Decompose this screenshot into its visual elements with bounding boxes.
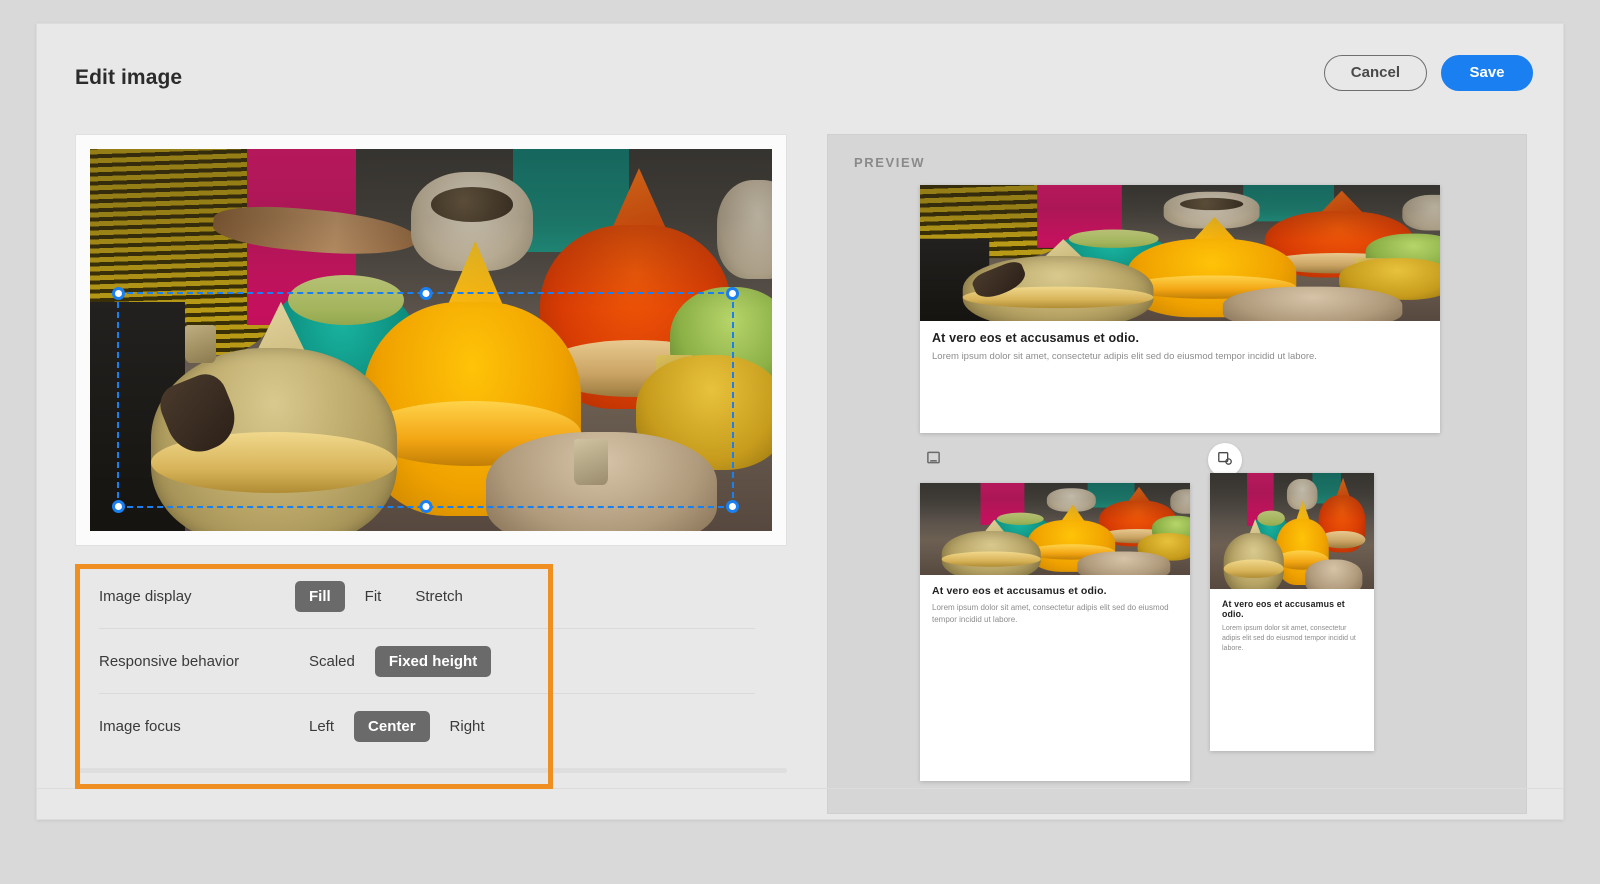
- preview-card-body: Lorem ipsum dolor sit amet, consectetur …: [932, 603, 1169, 624]
- segment-right[interactable]: Right: [436, 711, 499, 742]
- footer-divider: [37, 788, 1563, 789]
- preview-title: PREVIEW: [854, 155, 926, 170]
- segment-stretch[interactable]: Stretch: [401, 581, 477, 612]
- preview-image-phone: [1210, 473, 1374, 589]
- source-image[interactable]: [90, 149, 772, 531]
- setting-row-image-display: Image display Fill Fit Stretch: [99, 564, 755, 629]
- save-button[interactable]: Save: [1441, 55, 1533, 91]
- cancel-button[interactable]: Cancel: [1323, 55, 1427, 91]
- crop-handle-top-center[interactable]: [419, 287, 433, 301]
- crop-handle-bottom-center[interactable]: [419, 500, 433, 514]
- preview-card-text: At vero eos et accusamus et odio. Lorem …: [920, 575, 1190, 639]
- segment-left[interactable]: Left: [295, 711, 348, 742]
- segmented-control-image-focus: Left Center Right: [295, 711, 499, 742]
- preview-panel: PREVIEW At vero eos et accusamus et odio…: [827, 134, 1527, 814]
- spice-market-photo: [1210, 473, 1374, 589]
- segmented-control-image-display: Fill Fit Stretch: [295, 580, 477, 612]
- setting-row-responsive-behavior: Responsive behavior Scaled Fixed height: [99, 629, 755, 694]
- crop-handle-top-left[interactable]: [112, 287, 126, 301]
- segment-center[interactable]: Center: [354, 711, 430, 742]
- preview-image-tablet: [920, 483, 1190, 575]
- preview-card-body: Lorem ipsum dolor sit amet, consectetur …: [1222, 625, 1356, 653]
- segment-fixed-height[interactable]: Fixed height: [374, 645, 492, 677]
- preview-card-desktop: At vero eos et accusamus et odio. Lorem …: [920, 185, 1440, 433]
- settings-list: Image display Fill Fit Stretch Responsiv…: [75, 564, 755, 759]
- device-toggle-tablet[interactable]: [1208, 443, 1242, 477]
- image-edit-stage[interactable]: [75, 134, 787, 546]
- preview-card-body: Lorem ipsum dolor sit amet, consectetur …: [932, 351, 1317, 362]
- preview-card-tablet: At vero eos et accusamus et odio. Lorem …: [920, 483, 1190, 781]
- image-settings-panel: Image display Fill Fit Stretch Responsiv…: [75, 564, 787, 789]
- segment-fit[interactable]: Fit: [351, 581, 396, 612]
- setting-label: Responsive behavior: [99, 652, 240, 670]
- device-toggle-desktop[interactable]: [916, 443, 950, 477]
- spice-market-photo: [920, 483, 1190, 575]
- header-actions: Cancel Save: [1323, 55, 1533, 91]
- setting-label: Image focus: [99, 718, 181, 735]
- preview-card-heading: At vero eos et accusamus et odio.: [1222, 599, 1345, 619]
- horizontal-scrollbar[interactable]: [75, 768, 787, 773]
- crop-selection-box[interactable]: [112, 287, 740, 514]
- modal-body: Image display Fill Fit Stretch Responsiv…: [37, 116, 1563, 819]
- setting-row-image-focus: Image focus Left Center Right: [99, 694, 755, 759]
- segmented-control-responsive-behavior: Scaled Fixed height: [295, 645, 492, 677]
- setting-label: Image display: [99, 587, 192, 605]
- preview-card-phone: At vero eos et accusamus et odio. Lorem …: [1210, 473, 1374, 751]
- tablet-icon: [1217, 450, 1233, 471]
- page-title: Edit image: [75, 66, 183, 89]
- preview-image-desktop: [920, 185, 1440, 321]
- modal-header: Edit image Cancel Save: [37, 24, 1563, 116]
- preview-card-heading: At vero eos et accusamus et odio.: [932, 585, 1107, 597]
- image-editor-column: Image display Fill Fit Stretch Responsiv…: [75, 134, 787, 789]
- edit-image-modal: Edit image Cancel Save Image display Fil…: [36, 23, 1564, 820]
- preview-card-text: At vero eos et accusamus et odio. Lorem …: [1210, 589, 1374, 668]
- segment-fill[interactable]: Fill: [295, 580, 345, 612]
- preview-card-heading: At vero eos et accusamus et odio.: [932, 331, 1140, 345]
- preview-card-text: At vero eos et accusamus et odio. Lorem …: [920, 321, 1440, 378]
- spice-market-photo: [920, 185, 1440, 321]
- segment-scaled[interactable]: Scaled: [295, 646, 369, 677]
- desktop-icon: [926, 450, 941, 470]
